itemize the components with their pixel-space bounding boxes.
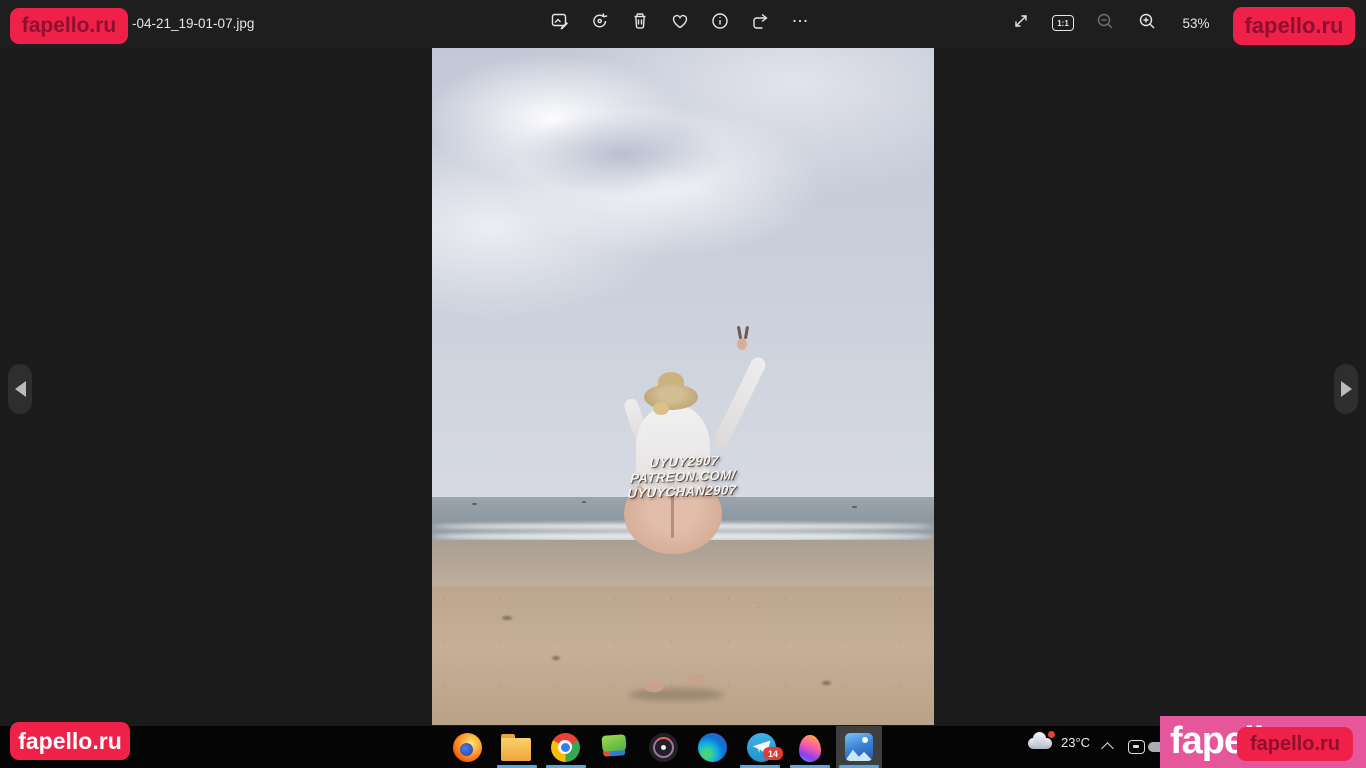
zoom-in-button[interactable]: [1134, 10, 1160, 36]
zoom-out-button[interactable]: [1092, 10, 1118, 36]
figure-hair: [653, 402, 669, 415]
figure-right-foot: [688, 674, 706, 684]
watermark-badge-top-right: fapello.ru: [1233, 7, 1355, 45]
view-controls: 1:1 53%: [1008, 10, 1216, 36]
more-options-button[interactable]: [787, 10, 813, 36]
fullscreen-button[interactable]: [1008, 10, 1034, 36]
actual-size-button[interactable]: 1:1: [1050, 10, 1076, 36]
share-button[interactable]: [747, 10, 773, 36]
arrow-right-icon: [1341, 381, 1360, 397]
taskbar-file-explorer-icon[interactable]: [497, 729, 535, 765]
watermark-badge-bottom-right: fapello.ru: [1237, 727, 1353, 761]
previous-photo-button[interactable]: [8, 364, 32, 414]
boat-speck: [852, 506, 857, 508]
taskbar-chrome-icon[interactable]: [546, 729, 584, 765]
zoom-level-label: 53%: [1176, 16, 1216, 31]
taskbar-bluestacks-icon[interactable]: [595, 729, 633, 765]
fullscreen-icon: [1011, 11, 1031, 36]
figure-shadow: [628, 688, 724, 701]
edit-image-icon: [550, 11, 570, 36]
zoom-in-icon: [1137, 11, 1157, 36]
temperature-label: 23°C: [1061, 735, 1090, 750]
info-button[interactable]: [707, 10, 733, 36]
straw-hat: [644, 384, 698, 410]
arrow-left-icon: [7, 381, 26, 397]
title-bar: -04-21_19-01-07.jpg: [0, 0, 1366, 48]
taskbar-photos-icon[interactable]: [840, 729, 878, 765]
figure-hand: [737, 338, 747, 350]
taskbar-edge-icon[interactable]: [693, 729, 731, 765]
seaweed-speck: [822, 681, 831, 685]
one-to-one-icon: 1:1: [1052, 15, 1074, 31]
watermark-badge-bottom-left: fapello.ru: [10, 722, 130, 760]
delete-button[interactable]: [627, 10, 653, 36]
seaweed-speck: [502, 616, 512, 620]
figure-left-foot: [644, 682, 664, 692]
taskbar-firefox-icon[interactable]: [448, 729, 486, 765]
seaweed-speck: [552, 656, 560, 660]
weather-cloud-icon: [1026, 734, 1054, 750]
next-photo-button[interactable]: [1334, 364, 1358, 414]
info-icon: [710, 11, 730, 36]
taskbar-telegram-icon[interactable]: 14: [742, 729, 780, 765]
heart-icon: [670, 11, 690, 36]
watermark-badge-top-left: fapello.ru: [10, 8, 128, 44]
rotate-button[interactable]: [587, 10, 613, 36]
trash-icon: [630, 11, 650, 36]
share-icon: [750, 11, 770, 36]
weather-widget[interactable]: 23°C: [1026, 734, 1090, 750]
filename-label: -04-21_19-01-07.jpg: [132, 16, 254, 31]
telegram-unread-badge: 14: [763, 747, 783, 760]
favorite-button[interactable]: [667, 10, 693, 36]
rotate-icon: [590, 11, 610, 36]
taskbar-recorder-icon[interactable]: [644, 729, 682, 765]
zoom-out-icon: [1095, 11, 1115, 36]
screen: -04-21_19-01-07.jpg: [0, 0, 1366, 768]
photo-canvas[interactable]: UYUY2907 PATREON.COM/ UYUYCHAN2907: [432, 46, 934, 725]
more-dots-icon: [790, 11, 810, 36]
photo-toolbar: [547, 10, 813, 36]
edit-image-button[interactable]: [547, 10, 573, 36]
taskbar-rainbow-drop-icon[interactable]: [791, 729, 829, 765]
weather-alert-dot: [1048, 731, 1055, 738]
touch-keyboard-icon[interactable]: [1128, 740, 1145, 754]
